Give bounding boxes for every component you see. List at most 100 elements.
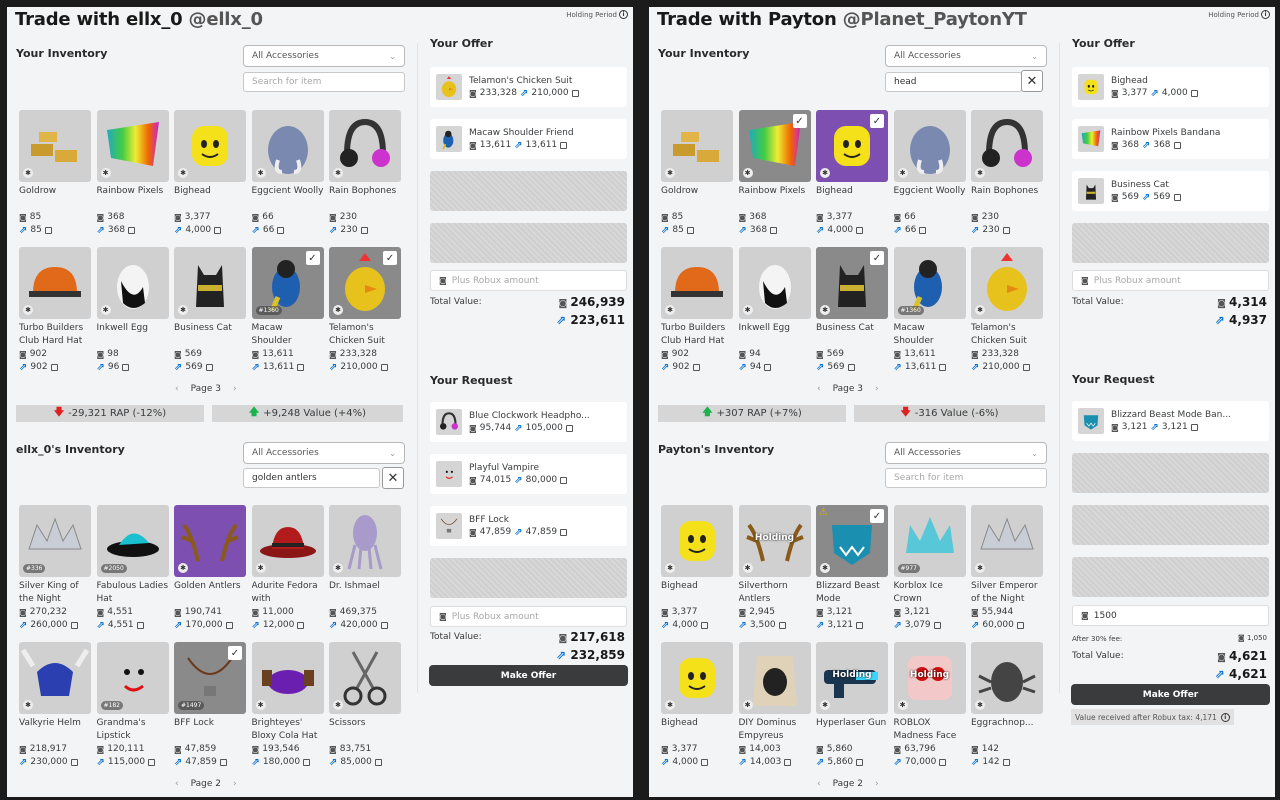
item-thumbnail[interactable]: ✱ ✓ ⚠ <box>816 505 888 577</box>
item-thumbnail[interactable]: ✱ <box>174 505 246 577</box>
item-thumbnail[interactable]: ✱ <box>971 110 1043 182</box>
external-link-icon[interactable] <box>70 759 78 766</box>
external-link-icon[interactable] <box>1022 364 1030 371</box>
inventory-item[interactable]: ✱ Eggcient Woolly ◙ 66 ⇗ 66 <box>251 110 324 237</box>
inventory-item[interactable]: ✱ Adurite Fedora with ◙ 11,000 ⇗ 12,000 <box>251 505 324 632</box>
inventory-item[interactable]: ✱ Scissors ◙ 83,751 ⇗ 85,000 <box>329 642 401 769</box>
external-link-icon[interactable] <box>1002 759 1010 766</box>
offer-item-card[interactable]: Rainbow Pixels Bandana ◙ 368 ⇗ 368 <box>1072 119 1269 159</box>
external-link-icon[interactable] <box>50 364 58 371</box>
prev-page-icon[interactable]: ‹ <box>817 384 821 394</box>
item-thumbnail[interactable]: #2050 <box>96 505 169 577</box>
request-item-card[interactable]: BFF Lock ◙ 47,859 ⇗ 47,859 <box>430 506 627 546</box>
inventory-item[interactable]: ✱ Holding ROBLOX Madness Face ◙ 63,796 ⇗ 70,00… <box>893 642 966 769</box>
info-icon[interactable]: i <box>619 10 628 19</box>
prev-page-icon[interactable]: ‹ <box>175 384 179 394</box>
inventory-item[interactable]: ✱ Dr. Ishmael ◙ 469,375 ⇗ 420,000 <box>329 505 401 632</box>
item-thumbnail[interactable]: #1497 ✓ <box>174 642 246 714</box>
robux-amount-input[interactable]: ◙ Plus Robux amount <box>1072 270 1269 291</box>
external-link-icon[interactable] <box>70 622 78 629</box>
item-thumbnail[interactable]: ✱ <box>96 247 169 319</box>
clear-search-button-2[interactable]: ✕ <box>382 467 404 489</box>
item-thumbnail[interactable]: ✱ <box>893 110 966 182</box>
external-link-icon[interactable] <box>1190 423 1198 431</box>
make-offer-button[interactable]: Make Offer <box>429 665 628 686</box>
external-link-icon[interactable] <box>856 227 864 234</box>
holding-period[interactable]: Holding Period i <box>1208 10 1270 19</box>
inventory-item[interactable]: ✱ Eggcient Woolly ◙ 66 ⇗ 66 <box>893 110 966 237</box>
external-link-icon[interactable] <box>303 759 311 766</box>
item-thumbnail[interactable]: ✱ <box>174 110 246 182</box>
external-link-icon[interactable] <box>380 622 388 629</box>
inventory-item[interactable]: ✱ Brighteyes' Bloxy Cola Hat ◙ 193,546 ⇗ 180,… <box>251 642 324 769</box>
inventory-item[interactable]: #1497 ✓ BFF Lock ◙ 47,859 ⇗ 47,859 <box>174 642 246 769</box>
inventory-item[interactable]: ✱ Rain Bophones ◙ 230 ⇗ 230 <box>971 110 1043 237</box>
accessory-filter-dropdown[interactable]: All Accessories ⌄ <box>243 45 405 67</box>
item-thumbnail[interactable]: ✱ ✓ <box>816 110 888 182</box>
external-link-icon[interactable] <box>919 227 927 234</box>
item-thumbnail[interactable]: ✱ <box>251 642 324 714</box>
item-thumbnail[interactable]: ✱ <box>971 505 1043 577</box>
external-link-icon[interactable] <box>1016 622 1024 629</box>
offer-item-card[interactable]: Macaw Shoulder Friend ◙ 13,611 ⇗ 13,611 <box>430 119 627 159</box>
external-link-icon[interactable] <box>778 622 786 629</box>
external-link-icon[interactable] <box>277 227 285 234</box>
prev-page-icon[interactable]: ‹ <box>817 779 821 789</box>
external-link-icon[interactable] <box>686 227 694 234</box>
external-link-icon[interactable] <box>856 622 864 629</box>
empty-request-slot[interactable] <box>1072 505 1269 545</box>
inventory-item[interactable]: ✱ Turbo Builders Club Hard Hat ◙ 902 ⇗ 902 <box>661 247 733 374</box>
inventory-item[interactable]: ✱ Goldrow ◙ 85 ⇗ 85 <box>19 110 91 237</box>
inventory-item[interactable]: ✱ Inkwell Egg ◙ 98 ⇗ 96 <box>96 247 169 374</box>
accessory-filter-dropdown-2[interactable]: All Accessories ⌄ <box>885 442 1047 464</box>
item-thumbnail[interactable]: #1360 ✓ <box>251 247 324 319</box>
external-link-icon[interactable] <box>933 622 941 629</box>
item-thumbnail[interactable]: ✱ Holding <box>738 505 811 577</box>
make-offer-button[interactable]: Make Offer <box>1071 684 1270 705</box>
external-link-icon[interactable] <box>764 364 772 371</box>
item-thumbnail[interactable]: ✱ <box>19 247 91 319</box>
inventory-item[interactable]: #182 Grandma's Lipstick ◙ 120,111 ⇗ 115,000 <box>96 642 169 769</box>
external-link-icon[interactable] <box>374 759 382 766</box>
external-link-icon[interactable] <box>847 364 855 371</box>
request-item-card[interactable]: Blizzard Beast Mode Ban... ◙ 3,121 ⇗ 3,121 <box>1072 401 1269 441</box>
offer-item-card[interactable]: Telamon's Chicken Suit ◙ 233,328 ⇗ 210,000 <box>430 67 627 107</box>
inventory-item[interactable]: ✱ ✓ Telamon's Chicken Suit ◙ 233,328 ⇗ 210,000 <box>329 247 401 374</box>
accessory-filter-dropdown-2[interactable]: All Accessories ⌄ <box>243 442 405 464</box>
inventory-item[interactable]: ✱ Eggrachnop... ◙ 142 ⇗ 142 <box>971 642 1043 769</box>
external-link-icon[interactable] <box>214 227 222 234</box>
external-link-icon[interactable] <box>784 759 792 766</box>
item-thumbnail[interactable]: ✱ <box>329 110 401 182</box>
search-input-2[interactable]: golden antlers <box>243 468 380 488</box>
inventory-item[interactable]: ✱ Holding Silverthorn Antlers ◙ 2,945 ⇗ 3,500 <box>738 505 811 632</box>
external-link-icon[interactable] <box>1190 89 1198 97</box>
external-link-icon[interactable] <box>571 89 579 97</box>
external-link-icon[interactable] <box>136 622 144 629</box>
search-input-2[interactable]: Search for item <box>885 468 1047 488</box>
offer-item-card[interactable]: Business Cat ◙ 569 ⇗ 569 <box>1072 171 1269 211</box>
inventory-item[interactable]: ✱ Bighead ◙ 3,377 ⇗ 4,000 <box>661 505 733 632</box>
inventory-item[interactable]: ✱ Turbo Builders Club Hard Hat ◙ 902 ⇗ 902 <box>19 247 91 374</box>
external-link-icon[interactable] <box>560 141 568 149</box>
inventory-item[interactable]: ✱ Rainbow Pixels ◙ 368 ⇗ 368 <box>96 110 169 237</box>
item-thumbnail[interactable]: ✱ <box>971 247 1043 319</box>
empty-offer-slot[interactable] <box>430 171 627 211</box>
item-thumbnail[interactable]: ✱ <box>971 642 1043 714</box>
offer-item-card[interactable]: Bighead ◙ 3,377 ⇗ 4,000 <box>1072 67 1269 107</box>
robux-amount-input[interactable]: ◙ Plus Robux amount <box>430 270 627 291</box>
empty-request-slot[interactable] <box>1072 453 1269 493</box>
item-thumbnail[interactable]: ✱ <box>738 642 811 714</box>
external-link-icon[interactable] <box>560 476 568 484</box>
external-link-icon[interactable] <box>1173 141 1181 149</box>
inventory-item[interactable]: ✱ ✓ Rainbow Pixels ◙ 368 ⇗ 368 <box>738 110 811 237</box>
external-link-icon[interactable] <box>225 622 233 629</box>
inventory-item[interactable]: ✱ Bighead ◙ 3,377 ⇗ 4,000 <box>661 642 733 769</box>
inventory-item[interactable]: ✱ Golden Antlers ◙ 190,741 ⇗ 170,000 <box>174 505 246 632</box>
inventory-item[interactable]: ✱ ✓ ⚠ Blizzard Beast Mode ◙ 3,121 ⇗ 3,121 <box>816 505 888 632</box>
item-thumbnail[interactable]: #1360 <box>893 247 966 319</box>
robux-amount-input-2[interactable]: ◙ Plus Robux amount <box>430 606 627 627</box>
external-link-icon[interactable] <box>297 364 305 371</box>
external-link-icon[interactable] <box>939 364 947 371</box>
item-thumbnail[interactable]: ✱ <box>251 110 324 182</box>
item-thumbnail[interactable]: ✱ <box>19 642 91 714</box>
